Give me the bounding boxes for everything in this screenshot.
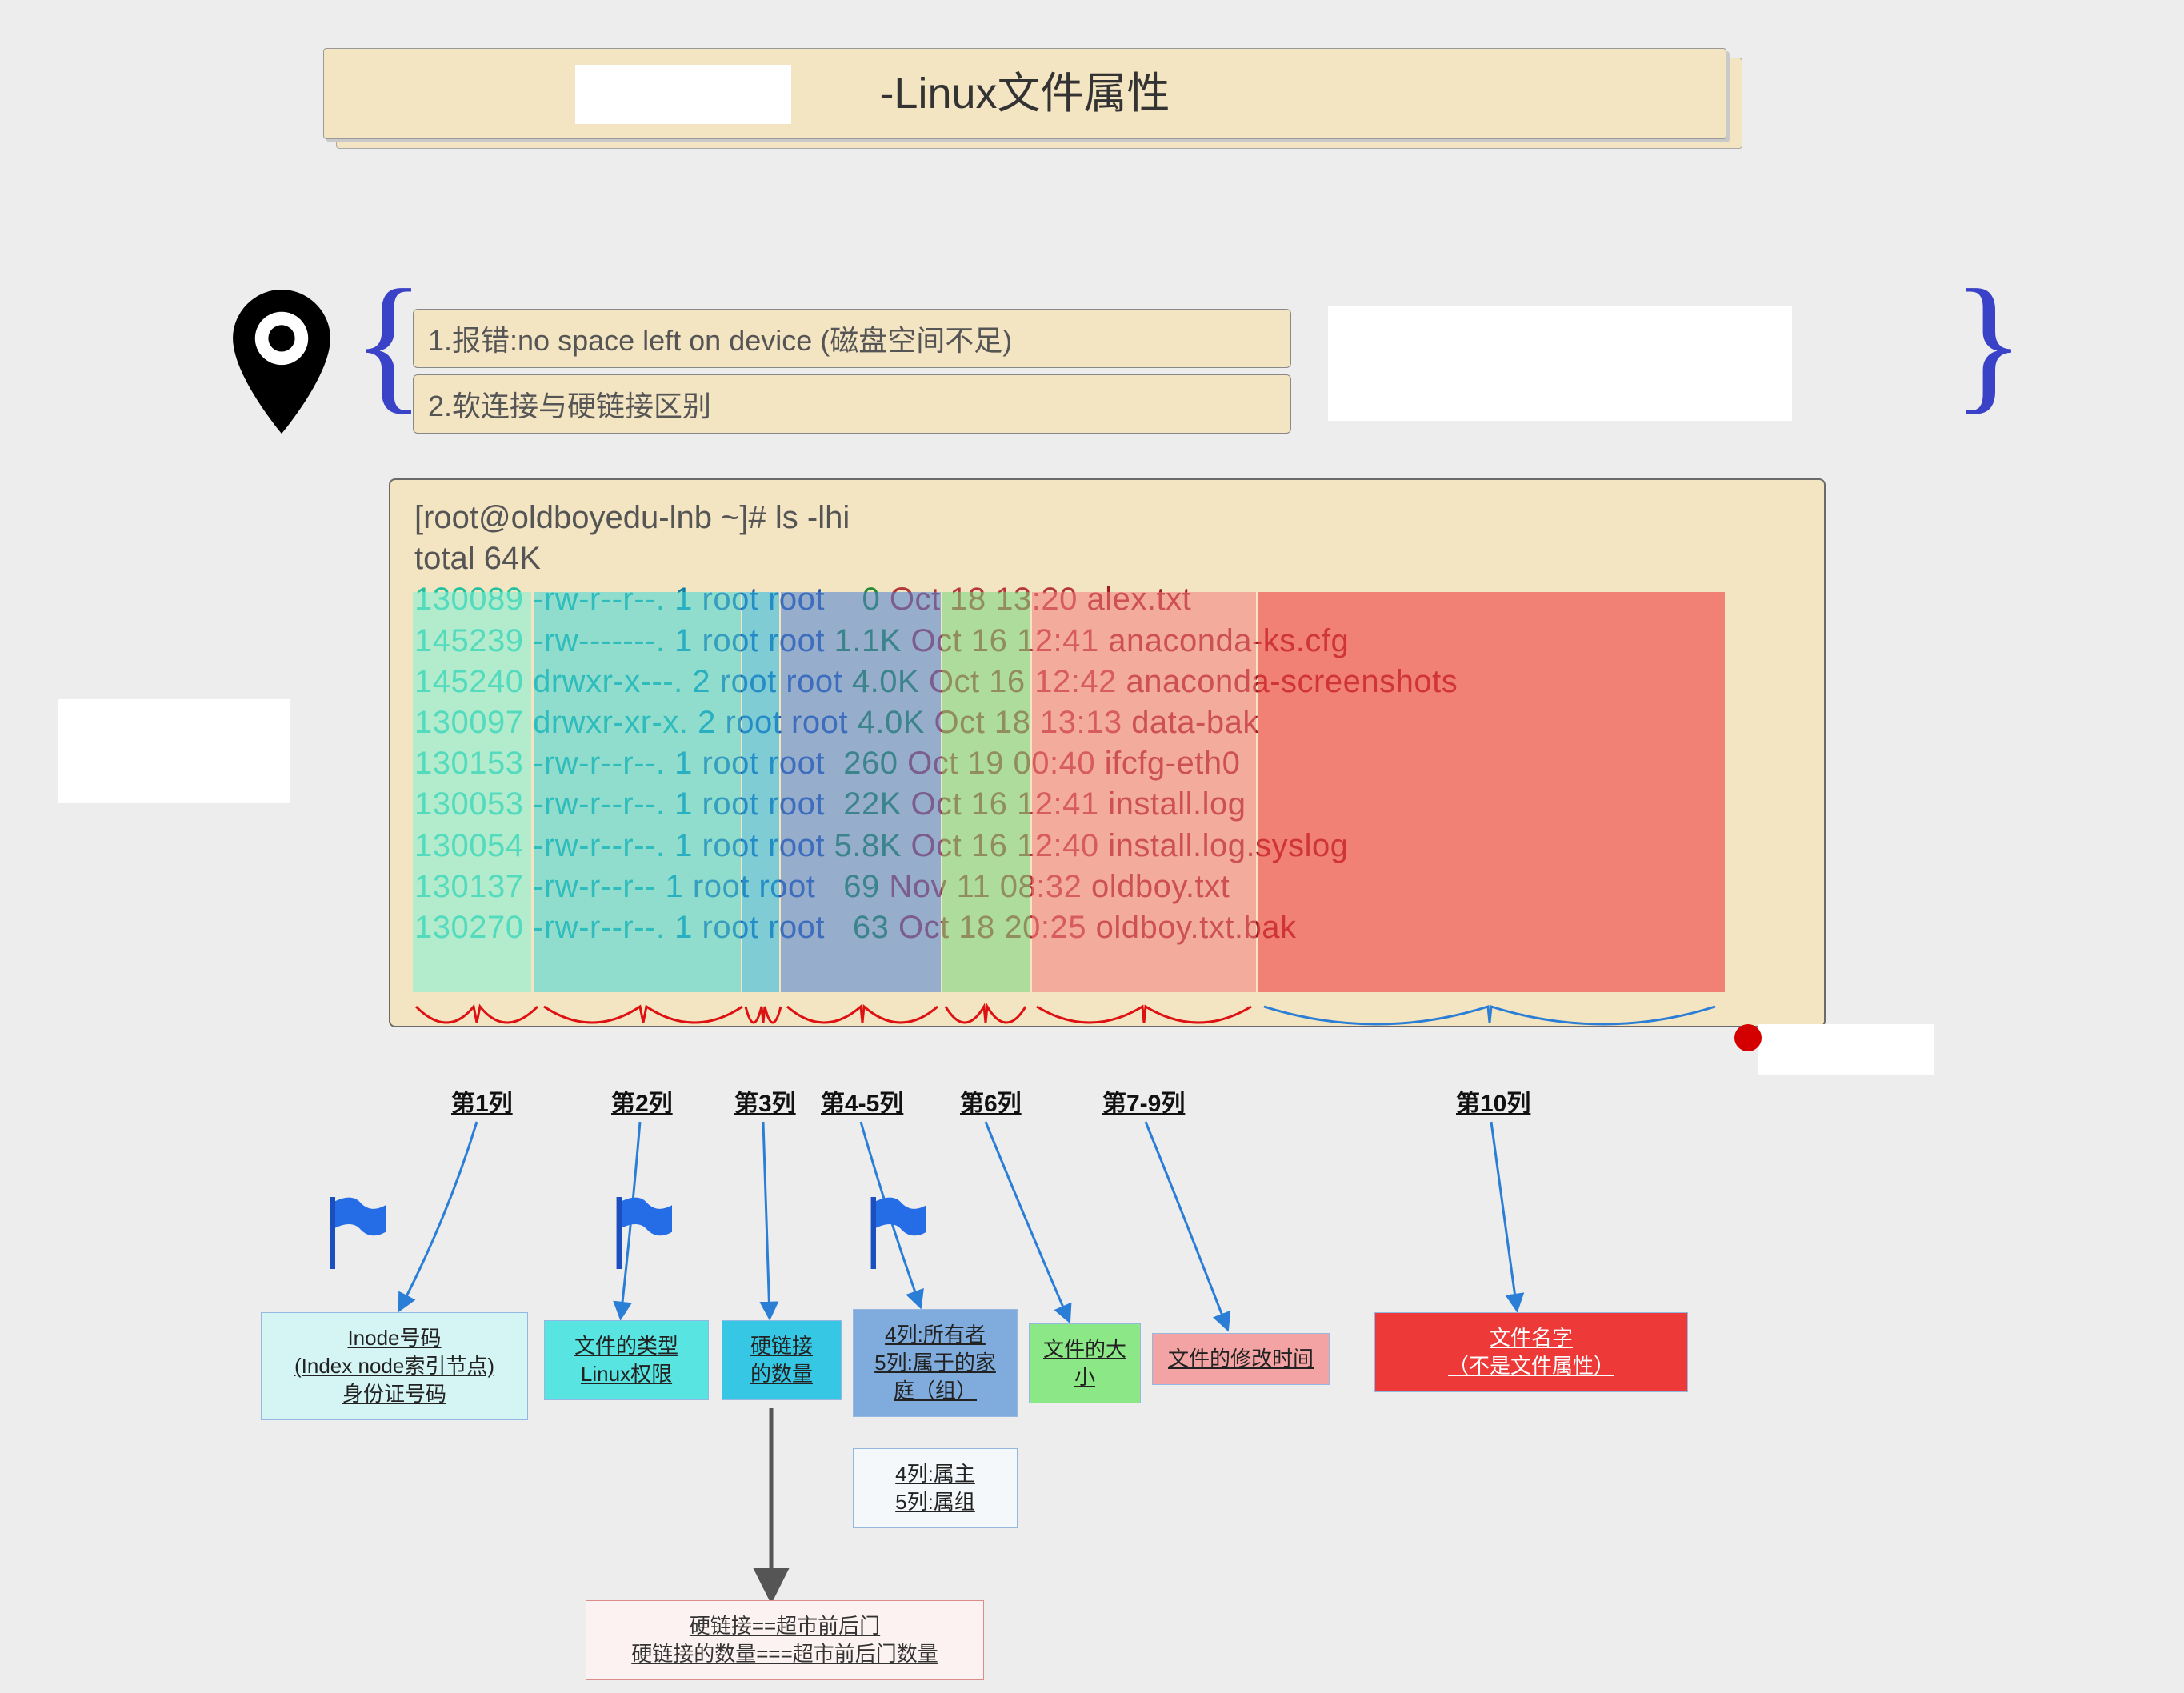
col-label-6: 第6列: [960, 1083, 1022, 1119]
title-text: -Linux文件属性: [879, 70, 1170, 118]
overlay-owner-group: [781, 592, 941, 992]
col-label-2: 第2列: [611, 1083, 673, 1119]
info-box-text: 文件的类型Linux权限: [574, 1334, 678, 1386]
brace-right-icon: }: [1952, 267, 2025, 419]
col-label-1: 第1列: [451, 1083, 513, 1119]
info-box-text: 4列:所有者5列:属于的家庭（组）: [874, 1323, 996, 1403]
overlay-inode: [413, 592, 531, 992]
info-box-text: 4列:属主5列:属组: [895, 1462, 975, 1514]
info-box-text: 文件名字（不是文件属性）: [1448, 1326, 1614, 1378]
info-box-hardlinks: 硬链接的数量: [722, 1320, 842, 1400]
info-box-filename: 文件名字（不是文件属性）: [1374, 1312, 1688, 1392]
flag-icon: [325, 1197, 389, 1273]
col-label-7-9: 第7-9列: [1102, 1083, 1185, 1119]
location-pin-icon: [224, 290, 339, 438]
title-mask: [575, 65, 791, 124]
info-box-type-perm: 文件的类型Linux权限: [544, 1320, 709, 1400]
col-label-4-5: 第4-5列: [821, 1083, 903, 1119]
terminal-total: total 64K: [414, 538, 1800, 579]
info-box-owner-group: 4列:所有者5列:属于的家庭（组）: [853, 1309, 1018, 1417]
info-box-mtime: 文件的修改时间: [1152, 1333, 1330, 1385]
info-box-text: 硬链接的数量: [750, 1334, 813, 1386]
info-box-owner-group-alt: 4列:属主5列:属组: [853, 1448, 1018, 1528]
info-box-text: 硬链接==超市前后门硬链接的数量===超市前后门数量: [631, 1614, 938, 1666]
flag-icon: [866, 1197, 930, 1273]
overlay-permissions: [534, 592, 741, 992]
overlay-filename: [1258, 592, 1725, 992]
info-box-text: Inode号码(Index node索引节点)身份证号码: [294, 1326, 494, 1406]
goal-item-2: 2.软连接与硬链接区别: [413, 374, 1291, 434]
page-title: -Linux文件属性: [323, 48, 1726, 139]
white-mask-bottom-right: [1758, 1024, 1934, 1075]
col-label-10: 第10列: [1456, 1083, 1530, 1119]
terminal-prompt: [root@oldboyedu-lnb ~]# ls -lhi: [414, 498, 1800, 538]
info-box-text: 文件的大小: [1043, 1337, 1126, 1389]
white-mask-right: [1328, 306, 1792, 421]
goal-item-1: 1.报错:no space left on device (磁盘空间不足): [413, 309, 1291, 368]
flag-icon: [611, 1197, 675, 1273]
info-box-hardlink-note: 硬链接==超市前后门硬链接的数量===超市前后门数量: [586, 1600, 984, 1680]
overlay-size: [942, 592, 1030, 992]
col-label-3: 第3列: [734, 1083, 796, 1119]
overlay-links: [742, 592, 779, 992]
overlay-date: [1032, 592, 1256, 992]
red-dot-icon: [1734, 1024, 1762, 1051]
info-box-inode: Inode号码(Index node索引节点)身份证号码: [261, 1312, 528, 1420]
diagram-canvas: -Linux文件属性 { } 1.报错:no space left on dev…: [0, 0, 2184, 1693]
info-box-text: 文件的修改时间: [1168, 1347, 1314, 1371]
white-mask-left: [58, 699, 290, 803]
info-box-size: 文件的大小: [1029, 1323, 1141, 1403]
